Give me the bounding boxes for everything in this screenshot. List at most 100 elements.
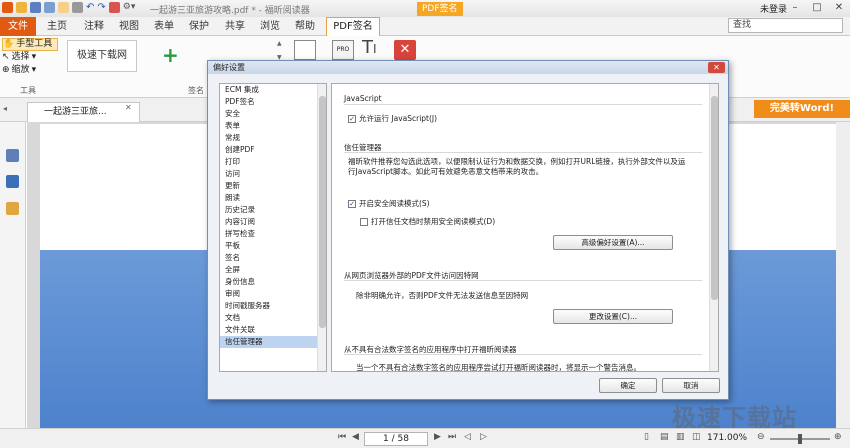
category-item[interactable]: 更新 [220, 180, 326, 192]
document-tab[interactable]: 一起游三亚旅... [27, 102, 140, 122]
category-item[interactable]: 打印 [220, 156, 326, 168]
content-scrollbar[interactable] [709, 84, 718, 371]
convert-to-word-button[interactable]: 完美转Word! [754, 100, 850, 118]
delete-icon[interactable]: ✕ [394, 40, 416, 60]
forward-icon[interactable]: ▷ [480, 432, 487, 442]
prev-page-icon[interactable]: ◀ [352, 432, 359, 442]
category-item[interactable]: 文件关联 [220, 324, 326, 336]
category-item[interactable]: 全屏 [220, 264, 326, 276]
js-group-title: JavaScript [344, 94, 382, 103]
content-scroll-thumb[interactable] [711, 96, 718, 300]
next-page-icon[interactable]: ▶ [434, 432, 441, 442]
category-item[interactable]: 安全 [220, 108, 326, 120]
hand-tool-button[interactable]: ✋ 手型工具 [2, 38, 58, 51]
cancel-button[interactable]: 取消 [662, 378, 720, 393]
close-tab-icon[interactable]: ✕ [125, 103, 132, 112]
bookmark-panel-icon[interactable] [6, 149, 19, 162]
category-item[interactable]: 内容订阅 [220, 216, 326, 228]
category-item[interactable]: 审阅 [220, 288, 326, 300]
search-input[interactable]: 查找 [728, 18, 843, 33]
category-item[interactable]: 常规 [220, 132, 326, 144]
tab-help[interactable]: 帮助 [295, 17, 315, 36]
category-item[interactable]: 拼写检查 [220, 228, 326, 240]
category-item[interactable]: PDF签名 [220, 96, 326, 108]
open-icon[interactable] [16, 2, 27, 13]
print-icon[interactable] [44, 2, 55, 13]
advanced-settings-button[interactable]: 高级偏好设置(A)... [553, 235, 673, 250]
hand-icon[interactable] [58, 2, 69, 13]
category-item[interactable]: 表单 [220, 120, 326, 132]
tab-comment[interactable]: 注释 [84, 17, 104, 36]
tab-browse[interactable]: 浏览 [260, 17, 280, 36]
dialog-close-icon[interactable]: ✕ [708, 62, 725, 73]
category-item[interactable]: 创建PDF [220, 144, 326, 156]
ok-button[interactable]: 确定 [599, 378, 657, 393]
tools-group: ✋ 手型工具 ↖ 选择 ▾ ⊕ 缩放 ▾ [2, 38, 58, 77]
pdf-sign-icon[interactable]: PRO [332, 40, 354, 60]
zoom-level[interactable]: 171.00% [707, 433, 747, 443]
category-item[interactable]: ECM 集成 [220, 84, 326, 96]
pdf-icon[interactable] [108, 2, 120, 13]
status-bar: ⏮ ◀ 1 / 58 ▶ ⏭ ◁ ▷ ▯ ▤ ▥ ◫ 171.00% ⊖ ⊕ [0, 428, 850, 448]
back-icon[interactable]: ◁ [464, 432, 471, 442]
category-item[interactable]: 信任管理器 [220, 336, 326, 348]
page-number-input[interactable]: 1 / 58 [364, 432, 428, 446]
facing-icon[interactable]: ▥ [676, 432, 685, 442]
fit-icon[interactable]: ◫ [692, 432, 701, 442]
category-item[interactable]: 朗读 [220, 192, 326, 204]
verify-signature-icon[interactable] [294, 40, 316, 60]
zoom-in-icon[interactable]: ⊕ [834, 432, 842, 442]
hand-tool-label: 手型工具 [16, 39, 53, 49]
category-item[interactable]: 签名 [220, 252, 326, 264]
trust-doc-checkbox[interactable]: 打开信任文档时禁用安全阅读模式(D) [360, 216, 495, 227]
close-icon[interactable]: ✕ [828, 0, 850, 17]
customize-icon[interactable]: ⚙▾ [123, 2, 136, 15]
category-item[interactable]: 身份信息 [220, 276, 326, 288]
zoom-out-icon[interactable]: ⊖ [757, 432, 765, 442]
undo-icon[interactable]: ↶ [86, 2, 94, 15]
category-item[interactable]: 文档 [220, 312, 326, 324]
preferences-dialog: 偏好设置 ✕ ECM 集成 PDF签名 安全 表单 常规 创建PDF 打印 访问 更新 朗读 历史记… [207, 60, 729, 400]
js-enable-checkbox[interactable]: ✓ 允许运行 JavaScript(J) [348, 113, 437, 124]
comments-panel-icon[interactable] [6, 202, 19, 215]
group-label-tools: 工具 [20, 86, 36, 95]
add-signature-icon[interactable]: + [162, 43, 179, 67]
vertical-scrollbar[interactable] [836, 122, 850, 428]
text-tool-icon[interactable]: TI [362, 37, 377, 58]
zoom-button[interactable]: ⊕ 缩放 ▾ [2, 64, 58, 77]
select-button[interactable]: ↖ 选择 ▾ [2, 51, 58, 64]
login-link[interactable]: 未登录 [760, 2, 787, 15]
dialog-title: 偏好设置 [208, 61, 728, 74]
select-label: 选择 [11, 52, 30, 62]
category-item[interactable]: 时间戳服务器 [220, 300, 326, 312]
tab-file[interactable]: 文件 [0, 17, 36, 36]
tab-home[interactable]: 主页 [47, 17, 67, 36]
tab-share[interactable]: 共享 [225, 17, 245, 36]
minimize-icon[interactable]: – [784, 0, 806, 17]
category-scrollbar[interactable] [317, 84, 326, 371]
first-page-icon[interactable]: ⏮ [338, 432, 346, 442]
category-scroll-thumb[interactable] [319, 96, 326, 328]
category-item[interactable]: 平板 [220, 240, 326, 252]
trust-doc-label: 打开信任文档时禁用安全阅读模式(D) [371, 217, 496, 226]
tab-form[interactable]: 表单 [154, 17, 174, 36]
change-settings-button[interactable]: 更改设置(C)... [553, 309, 673, 324]
save-icon[interactable] [30, 2, 41, 13]
single-page-icon[interactable]: ▯ [644, 432, 649, 442]
select-icon[interactable] [72, 2, 83, 13]
continuous-icon[interactable]: ▤ [660, 432, 669, 442]
tab-view[interactable]: 视图 [119, 17, 139, 36]
zoom-slider-thumb[interactable] [798, 434, 802, 444]
last-page-icon[interactable]: ⏭ [448, 432, 456, 442]
app-logo-icon [2, 2, 13, 13]
safe-mode-checkbox[interactable]: ✓ 开启安全阅读模式(S) [348, 198, 430, 209]
pages-panel-icon[interactable] [6, 175, 19, 188]
tab-protect[interactable]: 保护 [189, 17, 209, 36]
category-item[interactable]: 历史记录 [220, 204, 326, 216]
category-item[interactable]: 访问 [220, 168, 326, 180]
tab-pdf-sign[interactable]: PDF签名 [326, 17, 380, 36]
maximize-icon[interactable]: □ [806, 0, 828, 17]
tab-scroll-icon[interactable]: ◂ [3, 104, 7, 113]
redo-icon[interactable]: ↷ [97, 2, 105, 15]
signature-sample[interactable]: 极速下载网 [67, 40, 137, 72]
